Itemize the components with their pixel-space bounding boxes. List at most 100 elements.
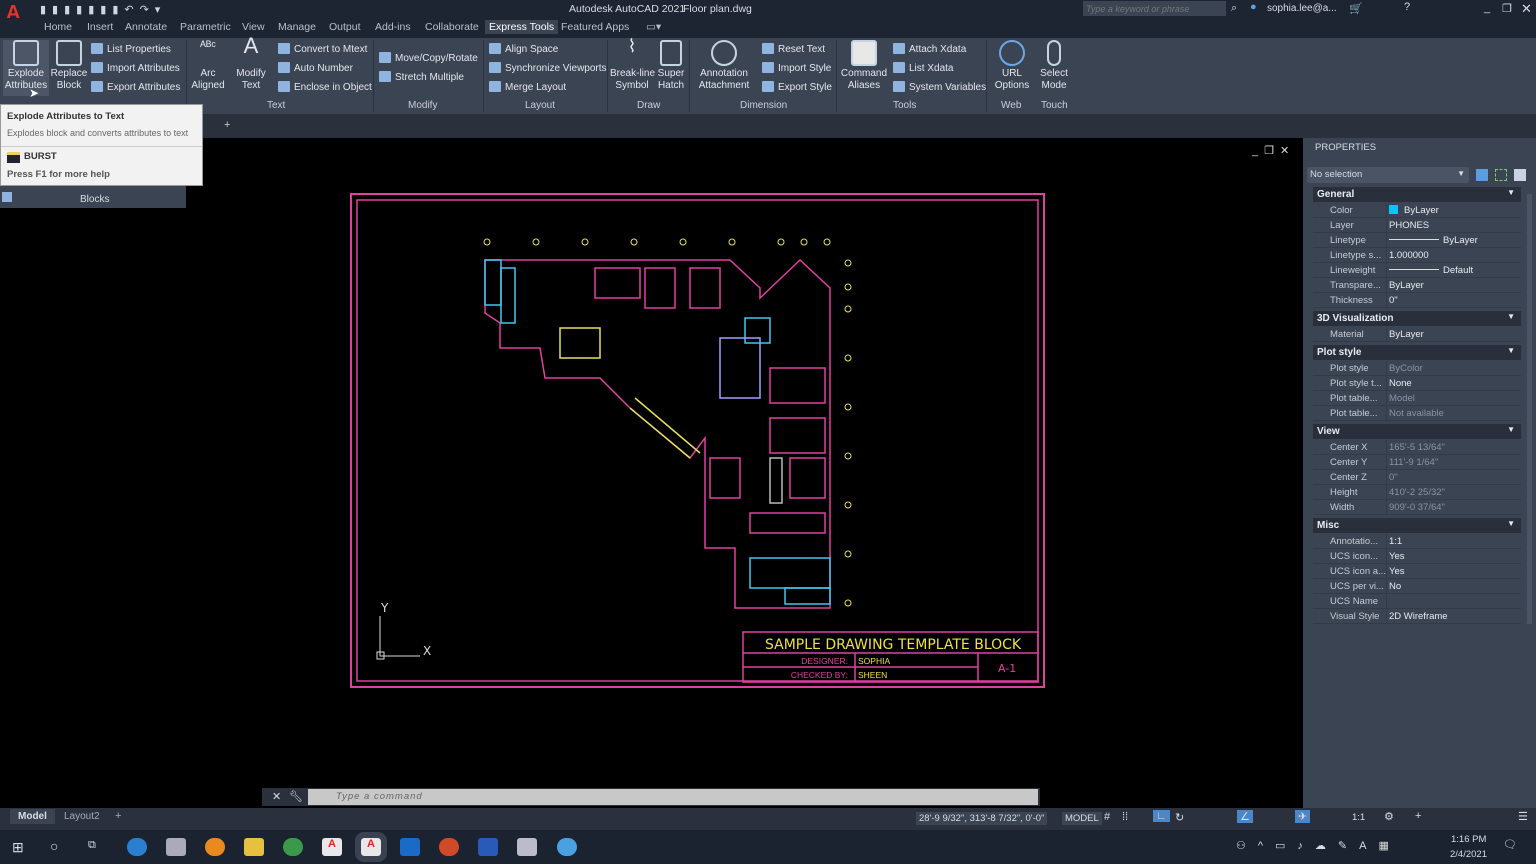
property-row[interactable]: Width 909'-0 37/64" (1313, 500, 1521, 515)
selection-dropdown[interactable]: No selection ▼ (1307, 167, 1469, 183)
property-row[interactable]: Transpare... ByLayer (1313, 278, 1521, 293)
list-properties-button[interactable]: List Properties (91, 43, 171, 55)
property-row[interactable]: Linetype s... 1.000000 (1313, 248, 1521, 263)
quick-access-toolbar[interactable]: ▮▮▮▮▮▮▮↶↷▾ (40, 3, 166, 16)
section-3d-visualization[interactable]: 3D Visualization ▼ (1313, 311, 1521, 326)
customize-wrench-icon[interactable]: 🔧︎ (289, 790, 303, 803)
collapse-caret-icon[interactable]: ▼ (1507, 346, 1515, 355)
close-command-icon[interactable]: ✕ (272, 790, 281, 803)
collapse-caret-icon[interactable]: ▼ (1507, 312, 1515, 321)
workspace-gear-icon[interactable]: ⚙ (1384, 810, 1394, 823)
export-style-button[interactable]: Export Style (762, 81, 832, 93)
tab-manage[interactable]: Manage (278, 21, 316, 33)
section-general[interactable]: General ▼ (1313, 187, 1521, 202)
user-name[interactable]: sophia.lee@a... (1267, 3, 1337, 14)
tray-icons[interactable]: ⚇^▭♪☁✎A▦ (1236, 839, 1401, 852)
drawing-canvas[interactable]: Y X SAMPLE DRAWING TEMPLATE BLOCK DESIGN… (0, 138, 1300, 788)
property-row[interactable]: UCS Name (1313, 594, 1521, 609)
coordinates-readout[interactable]: 28'-9 9/32", 313'-8 7/32", 0'-0" (916, 812, 1048, 825)
section-plot-style[interactable]: Plot style ▼ (1313, 345, 1521, 360)
section-misc[interactable]: Misc ▼ (1313, 518, 1521, 533)
properties-title[interactable]: PROPERTIES (1315, 142, 1376, 153)
tab-collaborate[interactable]: Collaborate (425, 21, 479, 33)
property-row[interactable]: Plot style ByColor (1313, 361, 1521, 376)
tab-home[interactable]: Home (44, 21, 72, 33)
auto-number-button[interactable]: Auto Number (278, 62, 353, 74)
arc-aligned-button[interactable]: ᴬᴮᶜ Arc Aligned (189, 39, 227, 92)
snowflake-app-icon[interactable] (557, 838, 577, 856)
property-row[interactable]: Visual Style 2D Wireframe (1313, 609, 1521, 624)
task-view-icon[interactable]: ⧉ (88, 839, 96, 852)
attach-xdata-button[interactable]: Attach Xdata (893, 43, 966, 55)
annotation-scale[interactable]: 1:1 (1352, 812, 1365, 823)
property-row[interactable]: Layer PHONES (1313, 218, 1521, 233)
command-aliases-button[interactable]: Command Aliases (840, 40, 888, 92)
align-space-button[interactable]: Align Space (489, 43, 558, 55)
import-attributes-button[interactable]: Import Attributes (91, 62, 180, 74)
text-panel-label[interactable]: Text (267, 100, 285, 111)
model-space-button[interactable]: MODEL (1062, 812, 1102, 825)
command-input[interactable]: Type a command (308, 789, 1038, 805)
autocad-taskbar-icon[interactable]: A (322, 838, 342, 856)
property-row[interactable]: Annotatio... 1:1 (1313, 534, 1521, 549)
cart-icon[interactable]: 🛒 (1349, 2, 1363, 15)
search-icon[interactable]: ⌕ (1231, 2, 1237, 15)
tab-insert[interactable]: Insert (87, 21, 113, 33)
collapse-caret-icon[interactable]: ▼ (1507, 188, 1515, 197)
property-row[interactable]: Center Y 111'-9 1/64" (1313, 455, 1521, 470)
replace-block-button[interactable]: Replace Block (50, 40, 88, 92)
osnap-icon[interactable]: ∠ (1237, 810, 1253, 823)
file-explorer-icon[interactable] (244, 838, 264, 856)
property-row[interactable]: Center X 165'-5 13/64" (1313, 440, 1521, 455)
grid-icon[interactable]: # (1104, 811, 1110, 823)
scrollbar[interactable] (1527, 194, 1532, 624)
search-input[interactable] (1083, 1, 1226, 16)
user-icon[interactable]: ● (1250, 1, 1257, 13)
layout-panel-label[interactable]: Layout (525, 100, 555, 111)
property-row[interactable]: Linetype ByLayer (1313, 233, 1521, 248)
panel-toggle-icon[interactable]: ▭▾ (646, 21, 661, 33)
property-row[interactable]: Plot style t... None (1313, 376, 1521, 391)
add-layout-button[interactable]: + (115, 810, 121, 822)
quick-select-icon[interactable] (1514, 169, 1526, 181)
modify-panel-label[interactable]: Modify (408, 100, 437, 111)
explode-attributes-button[interactable]: Explode Attributes (3, 40, 49, 96)
outlook-icon[interactable] (400, 838, 420, 856)
help-icon[interactable]: ? (1404, 1, 1410, 13)
close-button[interactable]: ✕ (1521, 1, 1532, 17)
property-row[interactable]: Plot table... Not available (1313, 406, 1521, 421)
tab-view[interactable]: View (242, 21, 265, 33)
app-icon-12[interactable] (517, 838, 537, 856)
tab-parametric[interactable]: Parametric (180, 21, 231, 33)
snap-icon[interactable]: ⁞⁞ (1122, 811, 1128, 823)
clock-date[interactable]: 2/4/2021 (1450, 849, 1487, 860)
tab-add-ins[interactable]: Add-ins (375, 21, 411, 33)
property-row[interactable]: UCS per vi... No (1313, 579, 1521, 594)
synchronize-viewports-button[interactable]: Synchronize Viewports (489, 62, 607, 74)
word-icon[interactable] (478, 838, 498, 856)
windows-start-icon[interactable]: ⊞ (12, 839, 24, 856)
minimize-button[interactable]: _ (1484, 2, 1490, 14)
app-icon-2[interactable] (166, 838, 186, 856)
collapse-caret-icon[interactable]: ▼ (1507, 519, 1515, 528)
toggle-pickadd-icon[interactable] (1476, 169, 1488, 181)
clock-time[interactable]: 1:16 PM (1451, 834, 1486, 845)
new-tab-button[interactable]: + (224, 119, 230, 131)
restore-button[interactable]: ❐ (1502, 2, 1512, 15)
polar-icon[interactable]: ↻ (1175, 811, 1184, 824)
super-hatch-button[interactable]: Super Hatch (656, 40, 686, 92)
powerpoint-icon[interactable] (439, 838, 459, 856)
chrome-icon[interactable] (283, 838, 303, 856)
orange-app-icon[interactable] (205, 838, 225, 856)
plus-icon[interactable]: + (1415, 810, 1421, 822)
tab-model[interactable]: Model (10, 809, 55, 824)
system-variables-button[interactable]: System Variables (893, 81, 986, 93)
select-objects-icon[interactable] (1495, 169, 1507, 181)
select-mode-button[interactable]: Select Mode (1037, 40, 1071, 92)
tools-panel-label[interactable]: Tools (893, 100, 916, 111)
ortho-icon[interactable]: ∟ (1153, 810, 1170, 822)
property-row[interactable]: Height 410'-2 25/32" (1313, 485, 1521, 500)
edge-icon[interactable] (127, 838, 147, 856)
url-options-button[interactable]: URL Options (990, 40, 1034, 92)
annotation-visibility-icon[interactable]: ✈ (1295, 810, 1311, 823)
